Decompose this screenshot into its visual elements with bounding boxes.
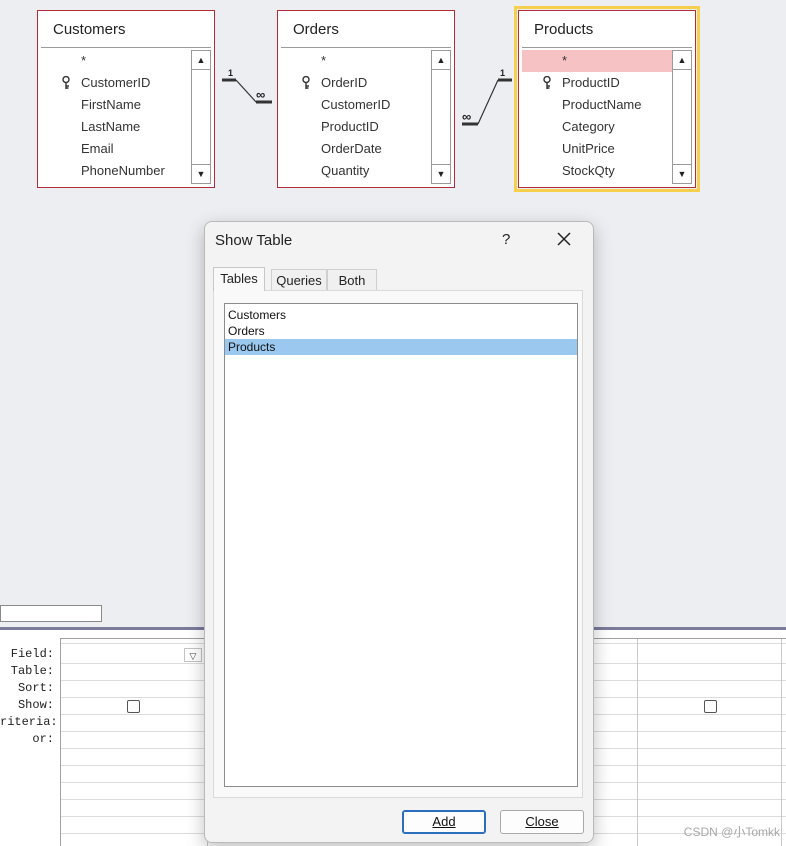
tab-both[interactable]: Both [327,269,377,291]
row-label-criteria: riteria: [0,715,58,729]
row-label-table: Table: [10,664,54,678]
tab-tables[interactable]: Tables [213,267,265,291]
watermark: CSDN @小Tomkk [683,825,780,839]
relationship-one-label: 1 [500,68,506,78]
field-label: ProductID [562,75,620,90]
dialog-title: Show Table [215,232,293,249]
grid-column[interactable] [781,639,782,846]
field-list: * ProductID ProductName Category UnitPri… [522,50,672,182]
relationship-many-label: ∞ [256,87,266,102]
list-item[interactable]: Customers [225,307,577,323]
vertical-scrollbar[interactable]: ▲ ▼ [672,50,692,184]
field-item[interactable]: Email [41,138,191,160]
field-list: * OrderID CustomerID ProductID OrderDate… [281,50,431,182]
table-customers[interactable]: Customers * CustomerID FirstName LastNam… [37,10,215,188]
scroll-down-icon[interactable]: ▼ [192,164,210,183]
list-item-selected[interactable]: Products [225,339,577,355]
relationship-many-label: ∞ [462,109,472,124]
close-icon[interactable] [555,230,573,248]
grid-row-labels: Field: Table: Sort: Show: riteria: or: [0,646,58,748]
field-item[interactable]: CustomerID [281,94,431,116]
field-item[interactable]: ProductName [522,94,672,116]
field-item[interactable]: CustomerID [41,72,191,94]
list-item[interactable]: Orders [225,323,577,339]
close-button[interactable]: Close [500,810,584,834]
field-item[interactable]: FirstName [41,94,191,116]
row-label-sort: Sort: [17,681,54,695]
table-orders[interactable]: Orders * OrderID CustomerID ProductID Or… [277,10,455,188]
table-title[interactable]: Customers [41,11,211,48]
row-label-field: Field: [10,647,54,661]
field-item[interactable]: StockQty [522,160,672,182]
scroll-up-icon[interactable]: ▲ [432,51,450,70]
field-item[interactable]: OrderDate [281,138,431,160]
field-item-selected[interactable]: * [522,50,672,72]
table-title[interactable]: Products [522,11,692,48]
field-item[interactable]: OrderID [281,72,431,94]
table-listbox[interactable]: Customers Orders Products [224,303,578,787]
field-label: CustomerID [81,75,151,90]
vertical-scrollbar[interactable]: ▲ ▼ [431,50,451,184]
tab-queries[interactable]: Queries [271,269,327,291]
show-checkbox[interactable] [704,700,717,713]
field-item[interactable]: ProductID [281,116,431,138]
field-item[interactable]: PhoneNumber [41,160,191,182]
row-label-or: or: [32,732,54,746]
horizontal-scrollbar-box[interactable] [0,605,102,622]
add-button[interactable]: Add [402,810,486,834]
field-dropdown-chevron-down-icon[interactable]: ▽ [184,648,202,662]
scroll-up-icon[interactable]: ▲ [673,51,691,70]
grid-column[interactable] [637,639,638,846]
scroll-up-icon[interactable]: ▲ [192,51,210,70]
field-item[interactable]: Category [522,116,672,138]
scroll-down-icon[interactable]: ▼ [673,164,691,183]
close-button-label: Close [525,814,559,829]
tab-panel: Customers Orders Products [213,290,583,798]
field-label: OrderID [321,75,368,90]
table-title[interactable]: Orders [281,11,451,48]
help-button[interactable]: ? [502,231,510,248]
scroll-down-icon[interactable]: ▼ [432,164,450,183]
vertical-scrollbar[interactable]: ▲ ▼ [191,50,211,184]
primary-key-icon [302,76,310,89]
add-button-label: Add [432,814,456,829]
row-label-show: Show: [17,698,54,712]
primary-key-icon [62,76,70,89]
field-list: * CustomerID FirstName LastName Email Ph… [41,50,191,182]
field-item[interactable]: * [281,50,431,72]
primary-key-icon [543,76,551,89]
show-table-dialog: Show Table ? Tables Queries Both Custome… [204,221,594,843]
field-item[interactable]: Quantity [281,160,431,182]
table-products[interactable]: Products * ProductID ProductName Categor… [514,6,700,192]
relationship-one-label: 1 [228,68,234,78]
field-item[interactable]: UnitPrice [522,138,672,160]
field-item[interactable]: LastName [41,116,191,138]
show-checkbox[interactable] [127,700,140,713]
field-item[interactable]: * [41,50,191,72]
field-item[interactable]: ProductID [522,72,672,94]
